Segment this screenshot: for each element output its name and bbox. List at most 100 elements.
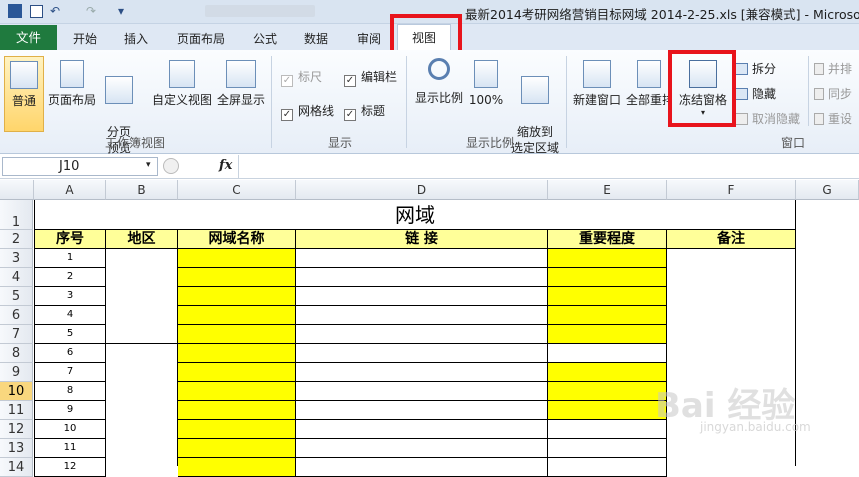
importance-cell[interactable] — [548, 268, 667, 287]
header-importance[interactable]: 重要程度 — [548, 230, 667, 249]
importance-cell[interactable] — [548, 306, 667, 325]
save-icon[interactable] — [30, 5, 43, 18]
importance-cell[interactable] — [548, 382, 667, 401]
sheet-title[interactable]: 网域 — [34, 200, 796, 230]
row-header-active[interactable]: 10 — [0, 382, 33, 401]
row-header[interactable]: 2 — [0, 230, 33, 249]
importance-cell[interactable] — [548, 325, 667, 344]
tab-page-layout[interactable]: 页面布局 — [177, 30, 225, 47]
link-cell[interactable] — [296, 268, 548, 287]
headings-checkbox[interactable]: ✓ 标题 — [344, 102, 385, 121]
seq-cell[interactable]: 4 — [34, 306, 106, 325]
tab-formulas[interactable]: 公式 — [253, 30, 277, 47]
row-header[interactable]: 13 — [0, 439, 33, 458]
domain-name-cell[interactable] — [178, 344, 296, 363]
importance-cell[interactable] — [548, 458, 667, 477]
zoom-button[interactable]: 显示比例 — [413, 58, 465, 106]
importance-cell[interactable] — [548, 401, 667, 420]
redo-icon[interactable]: ↷ — [86, 4, 96, 18]
header-domain-name[interactable]: 网域名称 — [178, 230, 296, 249]
importance-cell[interactable] — [548, 287, 667, 306]
column-header-c[interactable]: C — [178, 180, 296, 200]
link-cell[interactable] — [296, 458, 548, 477]
chevron-down-icon[interactable]: ▾ — [146, 160, 151, 170]
link-cell[interactable] — [296, 401, 548, 420]
column-header-a[interactable]: A — [34, 180, 106, 200]
domain-name-cell[interactable] — [178, 325, 296, 344]
domain-name-cell[interactable] — [178, 382, 296, 401]
link-cell[interactable] — [296, 439, 548, 458]
row-header[interactable]: 11 — [0, 401, 33, 420]
seq-cell[interactable]: 2 — [34, 268, 106, 287]
seq-cell[interactable]: 6 — [34, 344, 106, 363]
seq-cell[interactable]: 9 — [34, 401, 106, 420]
domain-name-cell[interactable] — [178, 401, 296, 420]
importance-cell[interactable] — [548, 363, 667, 382]
row-header[interactable]: 8 — [0, 344, 33, 363]
seq-cell[interactable]: 5 — [34, 325, 106, 344]
link-cell[interactable] — [296, 325, 548, 344]
row-header[interactable]: 5 — [0, 287, 33, 306]
domain-name-cell[interactable] — [178, 458, 296, 477]
new-window-button[interactable]: 新建窗口 — [570, 60, 624, 108]
tab-file[interactable]: 文件 — [0, 25, 57, 50]
synchronous-scrolling-button[interactable]: 同步 — [814, 85, 852, 102]
tab-review[interactable]: 审阅 — [357, 30, 381, 47]
link-cell[interactable] — [296, 382, 548, 401]
region-cell-merged[interactable] — [106, 344, 178, 466]
seq-cell[interactable]: 12 — [34, 458, 106, 477]
select-all-corner[interactable] — [0, 180, 34, 200]
domain-name-cell[interactable] — [178, 363, 296, 382]
domain-name-cell[interactable] — [178, 287, 296, 306]
header-link[interactable]: 链 接 — [296, 230, 548, 249]
row-header[interactable]: 4 — [0, 268, 33, 287]
row-header[interactable]: 3 — [0, 249, 33, 268]
tab-insert[interactable]: 插入 — [124, 30, 148, 47]
link-cell[interactable] — [296, 420, 548, 439]
column-header-e[interactable]: E — [548, 180, 667, 200]
row-header[interactable]: 12 — [0, 420, 33, 439]
row-header[interactable]: 7 — [0, 325, 33, 344]
undo-icon[interactable]: ↶ — [50, 4, 60, 18]
header-seq[interactable]: 序号 — [34, 230, 106, 249]
seq-cell[interactable]: 7 — [34, 363, 106, 382]
importance-cell[interactable] — [548, 344, 667, 363]
column-header-f[interactable]: F — [667, 180, 796, 200]
split-button[interactable]: 拆分 — [734, 60, 776, 77]
unhide-button[interactable]: 取消隐藏 — [734, 110, 800, 127]
link-cell[interactable] — [296, 363, 548, 382]
domain-name-cell[interactable] — [178, 249, 296, 268]
seq-cell[interactable]: 10 — [34, 420, 106, 439]
zoom-100-button[interactable]: 100% — [468, 60, 504, 108]
row-header[interactable]: 14 — [0, 458, 33, 477]
name-box[interactable]: J10 — [2, 157, 158, 176]
reset-window-position-button[interactable]: 重设 — [814, 110, 852, 127]
insert-function-icon[interactable]: fx — [219, 158, 232, 173]
customize-quick-access-icon[interactable]: ▾ — [118, 4, 124, 18]
column-header-d[interactable]: D — [296, 180, 548, 200]
formula-bar-checkbox[interactable]: ✓ 编辑栏 — [344, 68, 397, 87]
normal-view-button[interactable]: 普通 — [4, 56, 44, 132]
importance-cell[interactable] — [548, 420, 667, 439]
full-screen-button[interactable]: 全屏显示 — [215, 60, 267, 108]
header-region[interactable]: 地区 — [106, 230, 178, 249]
gridlines-checkbox[interactable]: ✓ 网格线 — [281, 102, 334, 121]
hide-button[interactable]: 隐藏 — [734, 85, 776, 102]
domain-name-cell[interactable] — [178, 439, 296, 458]
column-header-g[interactable]: G — [796, 180, 859, 200]
arrange-all-button[interactable]: 全部重排 — [626, 60, 672, 108]
link-cell[interactable] — [296, 249, 548, 268]
tab-data[interactable]: 数据 — [304, 30, 328, 47]
row-header[interactable]: 9 — [0, 363, 33, 382]
link-cell[interactable] — [296, 344, 548, 363]
formula-input[interactable] — [238, 155, 859, 178]
link-cell[interactable] — [296, 287, 548, 306]
view-side-by-side-button[interactable]: 并排 — [814, 60, 852, 77]
domain-name-cell[interactable] — [178, 306, 296, 325]
importance-cell[interactable] — [548, 249, 667, 268]
seq-cell[interactable]: 8 — [34, 382, 106, 401]
row-header[interactable]: 1 — [0, 200, 33, 230]
link-cell[interactable] — [296, 306, 548, 325]
seq-cell[interactable]: 3 — [34, 287, 106, 306]
seq-cell[interactable]: 1 — [34, 249, 106, 268]
